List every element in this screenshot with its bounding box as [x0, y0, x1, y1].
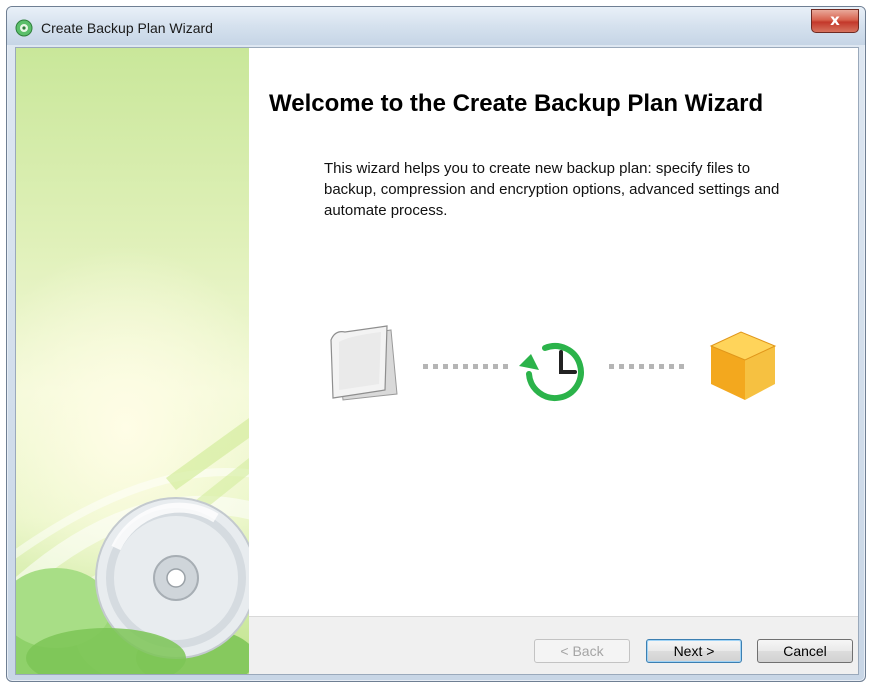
backup-flow-diagram [330, 325, 777, 402]
wizard-window: Create Backup Plan Wizard x Welcome to t… [6, 6, 866, 682]
window-title: Create Backup Plan Wizard [41, 20, 213, 36]
welcome-panel: Welcome to the Create Backup Plan Wizard… [249, 48, 858, 616]
title-bar[interactable]: Create Backup Plan Wizard x [7, 7, 865, 45]
close-button[interactable]: x [811, 9, 859, 33]
close-icon: x [830, 11, 840, 29]
dotted-connector-right [609, 364, 684, 369]
banner-art [16, 418, 249, 674]
back-button[interactable]: < Back [534, 639, 630, 663]
app-icon [15, 19, 33, 37]
next-button[interactable]: Next > [646, 639, 742, 663]
backup-box-icon [709, 331, 777, 400]
schedule-clock-icon [519, 343, 584, 402]
page-title: Welcome to the Create Backup Plan Wizard [269, 90, 764, 117]
wizard-description: This wizard helps you to create new back… [324, 160, 780, 219]
wizard-content: Welcome to the Create Backup Plan Wizard… [15, 47, 859, 675]
wizard-footer: < Back Next > Cancel [249, 616, 858, 674]
wizard-banner [16, 48, 249, 674]
files-icon [330, 325, 398, 401]
dotted-connector-left [423, 364, 508, 369]
cancel-button[interactable]: Cancel [757, 639, 853, 663]
